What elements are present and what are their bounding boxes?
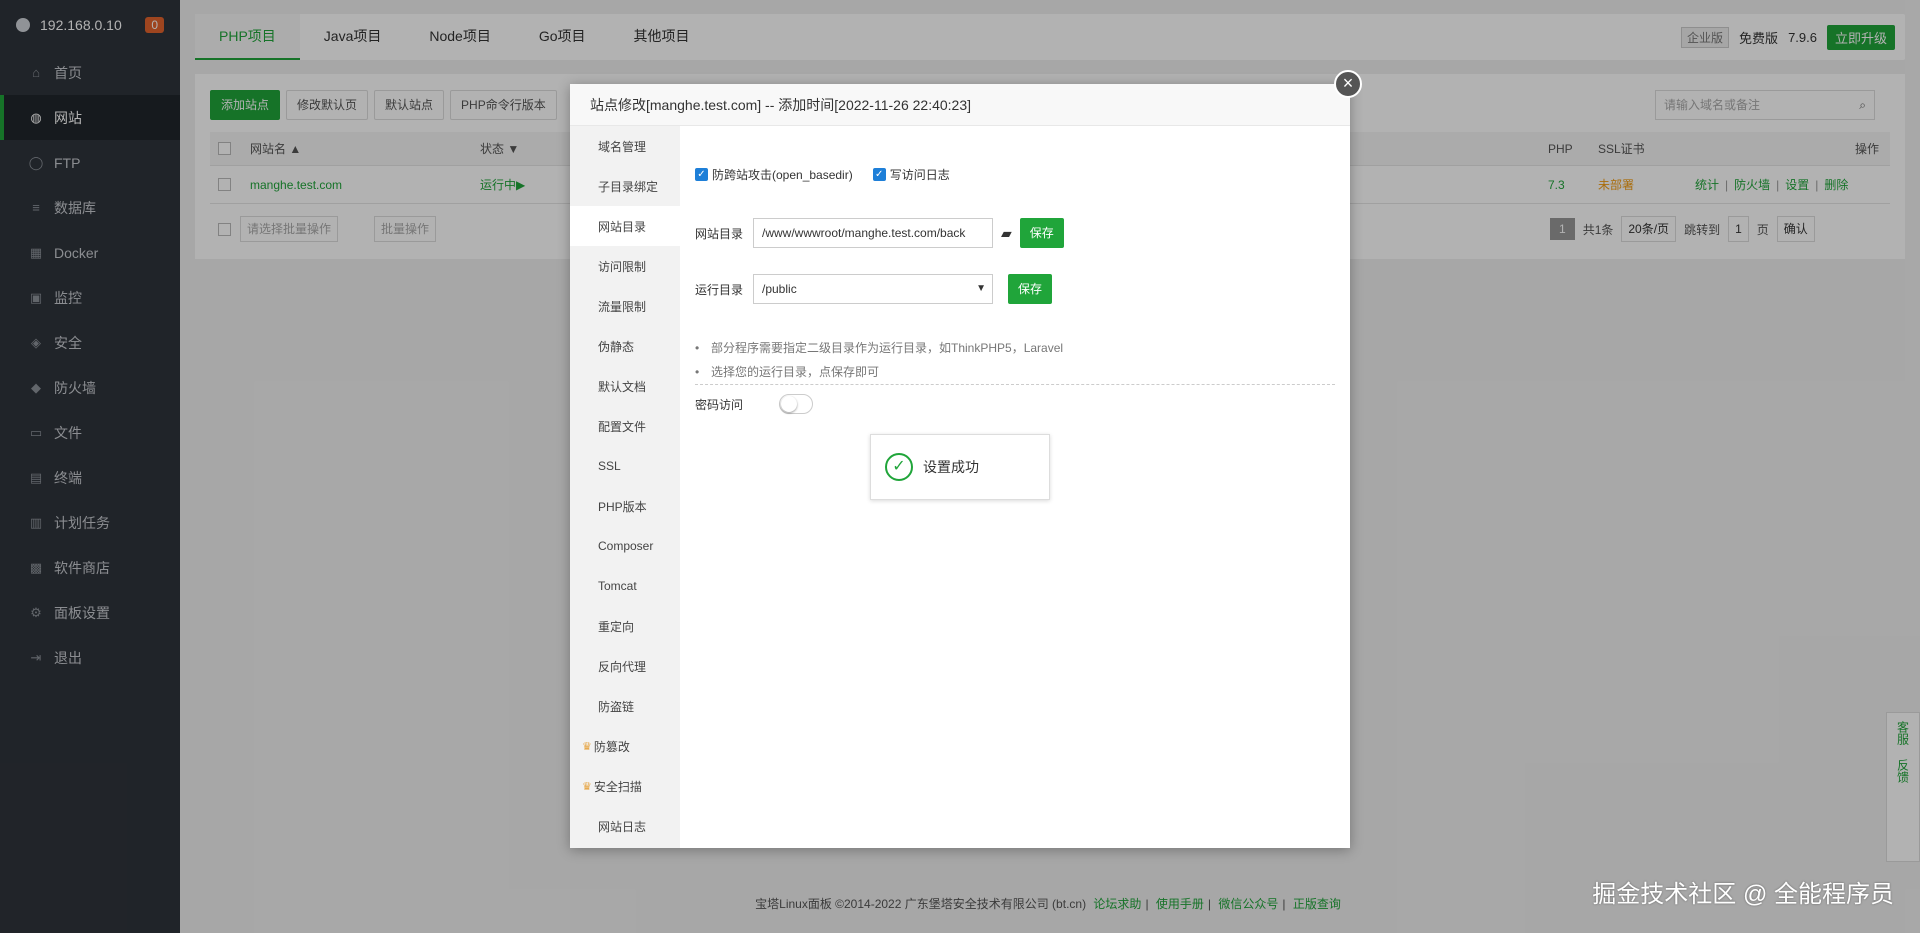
run-dir-label: 运行目录 <box>695 282 744 297</box>
nav-reverse-proxy[interactable]: 反向代理 <box>570 646 680 686</box>
nav-traffic-limit[interactable]: 流量限制 <box>570 286 680 326</box>
nav-security-scan[interactable]: ♛ 安全扫描 <box>570 766 680 806</box>
access-log-checkbox[interactable]: ✓ 写访问日志 <box>872 166 950 183</box>
run-dir-row: 运行目录 /public ▼ 保存 <box>695 274 1053 304</box>
close-icon[interactable]: × <box>1334 70 1362 98</box>
save-run-dir-button[interactable]: 保存 <box>1008 274 1053 304</box>
divider <box>695 384 1335 385</box>
site-dir-row: 网站目录 /www/wwwroot/manghe.test.com/back ▰… <box>695 218 1064 248</box>
nav-subdir[interactable]: 子目录绑定 <box>570 166 680 206</box>
check-icon: ✓ <box>872 168 886 181</box>
password-access-toggle[interactable] <box>779 394 814 414</box>
checkbox-label: 写访问日志 <box>889 168 950 182</box>
nav-php-version[interactable]: PHP版本 <box>570 486 680 526</box>
option-checkboxes: ✓ 防跨站攻击(open_basedir) ✓ 写访问日志 <box>695 166 950 183</box>
nav-domain[interactable]: 域名管理 <box>570 126 680 166</box>
site-dir-label: 网站目录 <box>695 226 744 241</box>
password-access-label: 密码访问 <box>695 397 744 412</box>
nav-tomcat[interactable]: Tomcat <box>570 566 680 606</box>
nav-composer[interactable]: Composer <box>570 526 680 566</box>
nav-site-dir[interactable]: 网站目录 <box>570 206 680 246</box>
open-basedir-checkbox[interactable]: ✓ 防跨站攻击(open_basedir) <box>695 166 853 183</box>
password-access-row: 密码访问 <box>695 394 814 414</box>
nav-redirect[interactable]: 重定向 <box>570 606 680 646</box>
check-icon: ✓ <box>695 168 708 181</box>
watermark: 掘金技术社区 @ 全能程序员 <box>1592 881 1894 908</box>
site-edit-modal: 站点修改[manghe.test.com] -- 添加时间[2022-11-26… <box>570 70 1362 848</box>
nav-config[interactable]: 配置文件 <box>570 406 680 446</box>
toast-message: 设置成功 <box>923 459 979 475</box>
run-dir-select[interactable]: /public ▼ <box>753 274 993 304</box>
nav-default-doc[interactable]: 默认文档 <box>570 366 680 406</box>
vip-icon: ♛ <box>582 780 592 793</box>
folder-icon[interactable]: ▰ <box>1001 225 1012 242</box>
tip-item: 部分程序需要指定二级目录作为运行目录，如ThinkPHP5，Laravel <box>695 336 1335 360</box>
nav-ssl[interactable]: SSL <box>570 446 680 486</box>
checkbox-label: 防跨站攻击(open_basedir) <box>712 168 853 182</box>
nav-label: 防篡改 <box>593 739 630 754</box>
nav-site-log[interactable]: 网站日志 <box>570 806 680 846</box>
nav-label: 安全扫描 <box>593 779 642 794</box>
nav-hotlink[interactable]: 防盗链 <box>570 686 680 726</box>
modal-title: 站点修改[manghe.test.com] -- 添加时间[2022-11-26… <box>570 84 1350 126</box>
tip-item: 选择您的运行目录，点保存即可 <box>695 360 1335 384</box>
site-dir-input[interactable]: /www/wwwroot/manghe.test.com/back <box>753 218 993 248</box>
vip-icon: ♛ <box>582 740 592 753</box>
nav-rewrite[interactable]: 伪静态 <box>570 326 680 366</box>
nav-access-limit[interactable]: 访问限制 <box>570 246 680 286</box>
tips-list: 部分程序需要指定二级目录作为运行目录，如ThinkPHP5，Laravel 选择… <box>695 336 1335 384</box>
chevron-down-icon: ▼ <box>976 283 986 294</box>
run-dir-value: /public <box>762 282 797 296</box>
success-check-icon: ✓ <box>885 453 913 481</box>
nav-tamper-proof[interactable]: ♛ 防篡改 <box>570 726 680 766</box>
save-site-dir-button[interactable]: 保存 <box>1019 218 1064 248</box>
modal-nav: 域名管理 子目录绑定 网站目录 访问限制 流量限制 伪静态 默认文档 配置文件 … <box>570 126 680 848</box>
success-toast: ✓ 设置成功 <box>870 434 1050 500</box>
